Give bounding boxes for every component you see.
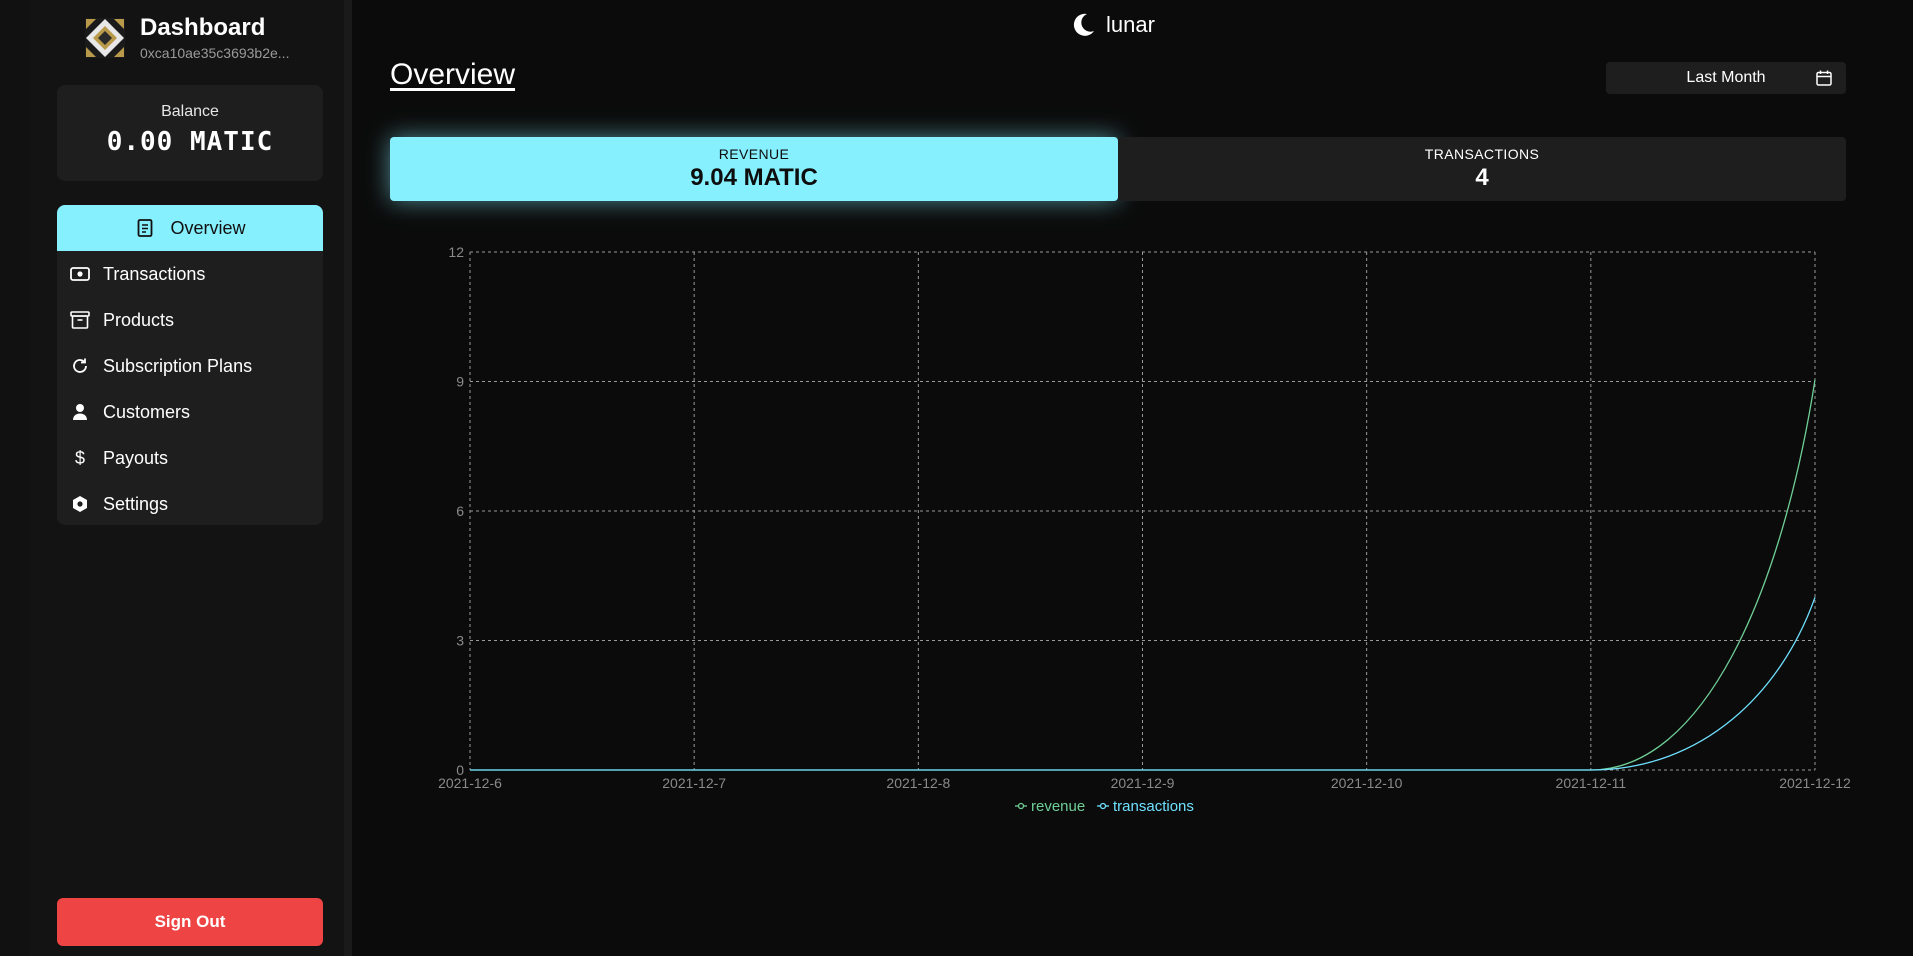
y-tick-label: 12	[448, 244, 464, 260]
document-icon	[134, 217, 156, 239]
x-tick-label: 2021-12-9	[1111, 775, 1175, 791]
sign-out-button[interactable]: Sign Out	[57, 898, 323, 946]
sidebar-item-label: Transactions	[103, 263, 206, 284]
x-tick-label: 2021-12-8	[886, 775, 950, 791]
wallet-address: 0xca10ae35c3693b2e...	[140, 45, 290, 61]
page-title: Overview	[390, 58, 516, 91]
brand-text: Dashboard 0xca10ae35c3693b2e...	[140, 14, 289, 62]
sidebar-item-products[interactable]: Products	[57, 297, 323, 343]
sidebar-item-label: Subscription Plans	[103, 355, 253, 376]
x-tick-label: 2021-12-12	[1779, 775, 1851, 791]
date-range-selector[interactable]: Last Month	[1606, 62, 1846, 94]
x-tick-label: 2021-12-6	[438, 775, 502, 791]
sidebar-item-overview[interactable]: Overview	[57, 205, 323, 251]
sidebar-item-label: Payouts	[103, 447, 169, 468]
refresh-icon	[69, 355, 91, 377]
balance-value: 0.00 MATIC	[106, 127, 274, 157]
stat-label: REVENUE	[718, 146, 790, 162]
brand: Dashboard 0xca10ae35c3693b2e...	[84, 14, 289, 62]
x-tick-label: 2021-12-7	[662, 775, 726, 791]
legend-label-transactions: transactions	[1113, 798, 1194, 815]
dollar-icon: $	[74, 447, 85, 468]
stat-value: 9.04 MATIC	[690, 164, 818, 191]
legend-swatch-marker	[1017, 802, 1025, 810]
sidebar-item-settings[interactable]: Settings	[57, 481, 323, 525]
sidebar-item-customers[interactable]: Customers	[57, 389, 323, 435]
balance-card: Balance 0.00 MATIC	[57, 85, 323, 181]
stat-tabs: REVENUE 9.04 MATIC TRANSACTIONS 4	[390, 137, 1846, 201]
app-title: Dashboard	[140, 14, 266, 41]
moon-icon	[1073, 13, 1094, 36]
cash-icon	[69, 263, 91, 285]
sidebar-item-subscription-plans[interactable]: Subscription Plans	[57, 343, 323, 389]
sidebar-item-label: Customers	[103, 401, 191, 422]
balance-label: Balance	[161, 103, 219, 120]
sidebar-item-label: Settings	[103, 493, 169, 514]
stat-tab-revenue[interactable]: REVENUE 9.04 MATIC	[390, 137, 1118, 201]
cog-icon	[69, 493, 91, 515]
sidebar-item-label: Overview	[170, 217, 246, 238]
y-tick-label: 9	[456, 374, 464, 390]
legend-swatch-marker	[1099, 802, 1107, 810]
x-tick-label: 2021-12-11	[1556, 775, 1627, 791]
theme-label: lunar	[1106, 12, 1155, 37]
y-tick-label: 3	[456, 633, 464, 649]
sidebar-item-transactions[interactable]: Transactions	[57, 251, 323, 297]
stat-label: TRANSACTIONS	[1424, 146, 1540, 162]
overview-line-chart: 0369122021-12-6 2021-12-7 2021-12-8 2021-12…	[438, 244, 1851, 815]
archive-box-icon	[69, 309, 91, 331]
sidebar-item-payouts[interactable]: $ Payouts	[57, 435, 323, 481]
y-tick-label: 6	[456, 503, 464, 519]
sidebar-nav: Overview Transactions Products Subscript…	[57, 205, 323, 525]
stat-tab-transactions[interactable]: TRANSACTIONS 4	[1118, 137, 1846, 201]
x-tick-label: 2021-12-10	[1331, 775, 1403, 791]
calendar-icon	[1816, 70, 1832, 86]
app-root: Dashboard 0xca10ae35c3693b2e... Balance …	[0, 0, 1913, 956]
sidebar-divider	[344, 0, 352, 956]
lunar-logo-icon	[85, 18, 125, 58]
window-edge	[0, 0, 30, 956]
date-range-value: Last Month	[1686, 69, 1766, 86]
sidebar-item-label: Products	[103, 309, 175, 330]
theme-indicator[interactable]: lunar	[1070, 12, 1155, 38]
legend-label-revenue: revenue	[1031, 798, 1085, 815]
stat-value: 4	[1475, 164, 1489, 191]
user-icon	[69, 401, 91, 423]
